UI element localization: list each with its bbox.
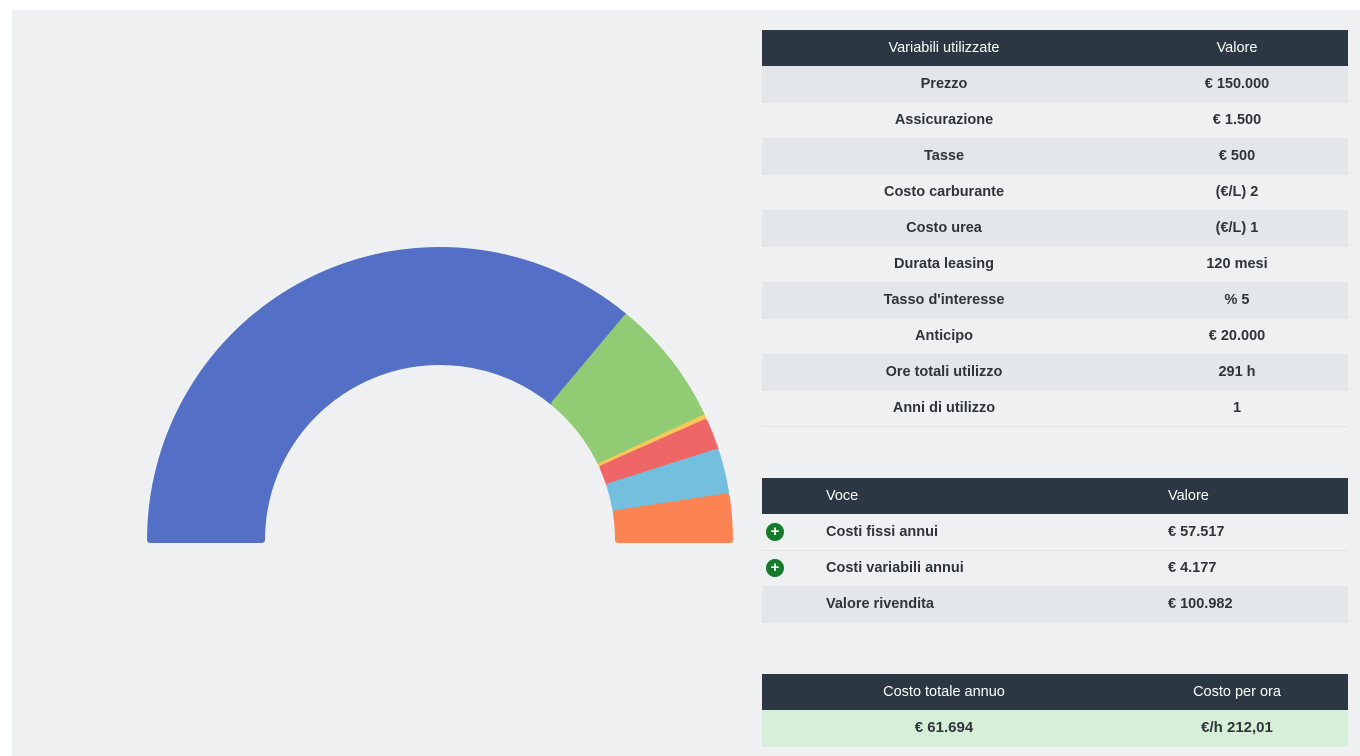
table-row: Prezzo € 150.000	[762, 66, 1348, 103]
header-total-annual: Costo totale annuo	[762, 674, 1126, 710]
variable-label: Costo carburante	[762, 174, 1126, 211]
table-row: Ore totali utilizzo 291 h	[762, 354, 1348, 391]
variable-label: Anticipo	[762, 318, 1126, 355]
variable-value: 120 mesi	[1126, 246, 1348, 283]
header-cost-per-hour: Costo per ora	[1126, 674, 1348, 710]
total-annual-value: € 61.694	[762, 710, 1126, 747]
table-row: Costo urea (€/L) 1	[762, 210, 1348, 247]
variable-label: Anni di utilizzo	[762, 390, 1126, 427]
table-row: Anticipo € 20.000	[762, 318, 1348, 355]
cost-value: € 57.517	[1168, 514, 1348, 551]
cost-value: € 4.177	[1168, 550, 1348, 587]
header-value: Valore	[1168, 478, 1348, 514]
variable-label: Durata leasing	[762, 246, 1126, 283]
table-row: + Costi variabili annui € 4.177	[762, 550, 1348, 587]
variable-value: € 20.000	[1126, 318, 1348, 355]
table-row: Durata leasing 120 mesi	[762, 246, 1348, 283]
plus-circle-icon[interactable]: +	[766, 522, 784, 541]
cost-label: Valore rivendita	[826, 586, 1168, 623]
variables-table: Variabili utilizzate Valore Prezzo € 150…	[762, 30, 1348, 427]
table-row: Valore rivendita € 100.982	[762, 586, 1348, 623]
variable-label: Assicurazione	[762, 102, 1126, 139]
variable-label: Costo urea	[762, 210, 1126, 247]
gauge-segment-main[interactable]	[147, 247, 627, 543]
header-icon-spacer	[762, 478, 826, 514]
variable-value: 291 h	[1126, 354, 1348, 391]
variable-label: Prezzo	[762, 66, 1126, 103]
variable-value: (€/L) 1	[1126, 210, 1348, 247]
variable-value: 1	[1126, 390, 1348, 427]
header-variables: Variabili utilizzate	[762, 30, 1126, 66]
variable-value: € 500	[1126, 138, 1348, 175]
header-voce: Voce	[826, 478, 1168, 514]
total-row: € 61.694 €/h 212,01	[762, 710, 1348, 747]
table-row: Tasso d'interesse % 5	[762, 282, 1348, 319]
gauge-svg	[147, 247, 733, 543]
variable-value: € 150.000	[1126, 66, 1348, 103]
variable-value: (€/L) 2	[1126, 174, 1348, 211]
variable-label: Tasso d'interesse	[762, 282, 1126, 319]
variable-label: Tasse	[762, 138, 1126, 175]
total-cost-table: Costo totale annuo Costo per ora € 61.69…	[762, 674, 1348, 747]
table-row: Anni di utilizzo 1	[762, 390, 1348, 427]
cost-value: € 100.982	[1168, 586, 1348, 623]
header-value: Valore	[1126, 30, 1348, 66]
cost-per-hour-value: €/h 212,01	[1126, 710, 1348, 747]
cost-label: Costi variabili annui	[826, 550, 1168, 587]
variable-label: Ore totali utilizzo	[762, 354, 1126, 391]
table-row: Assicurazione € 1.500	[762, 102, 1348, 139]
cost-gauge-chart	[140, 240, 740, 560]
variable-value: € 1.500	[1126, 102, 1348, 139]
table-row: + Costi fissi annui € 57.517	[762, 514, 1348, 551]
cost-items-table: Voce Valore + Costi fissi annui € 57.517…	[762, 478, 1348, 623]
table-row: Tasse € 500	[762, 138, 1348, 175]
plus-circle-icon[interactable]: +	[766, 559, 784, 577]
table-row: Costo carburante (€/L) 2	[762, 174, 1348, 211]
cost-label: Costi fissi annui	[826, 514, 1168, 551]
variable-value: % 5	[1126, 282, 1348, 319]
